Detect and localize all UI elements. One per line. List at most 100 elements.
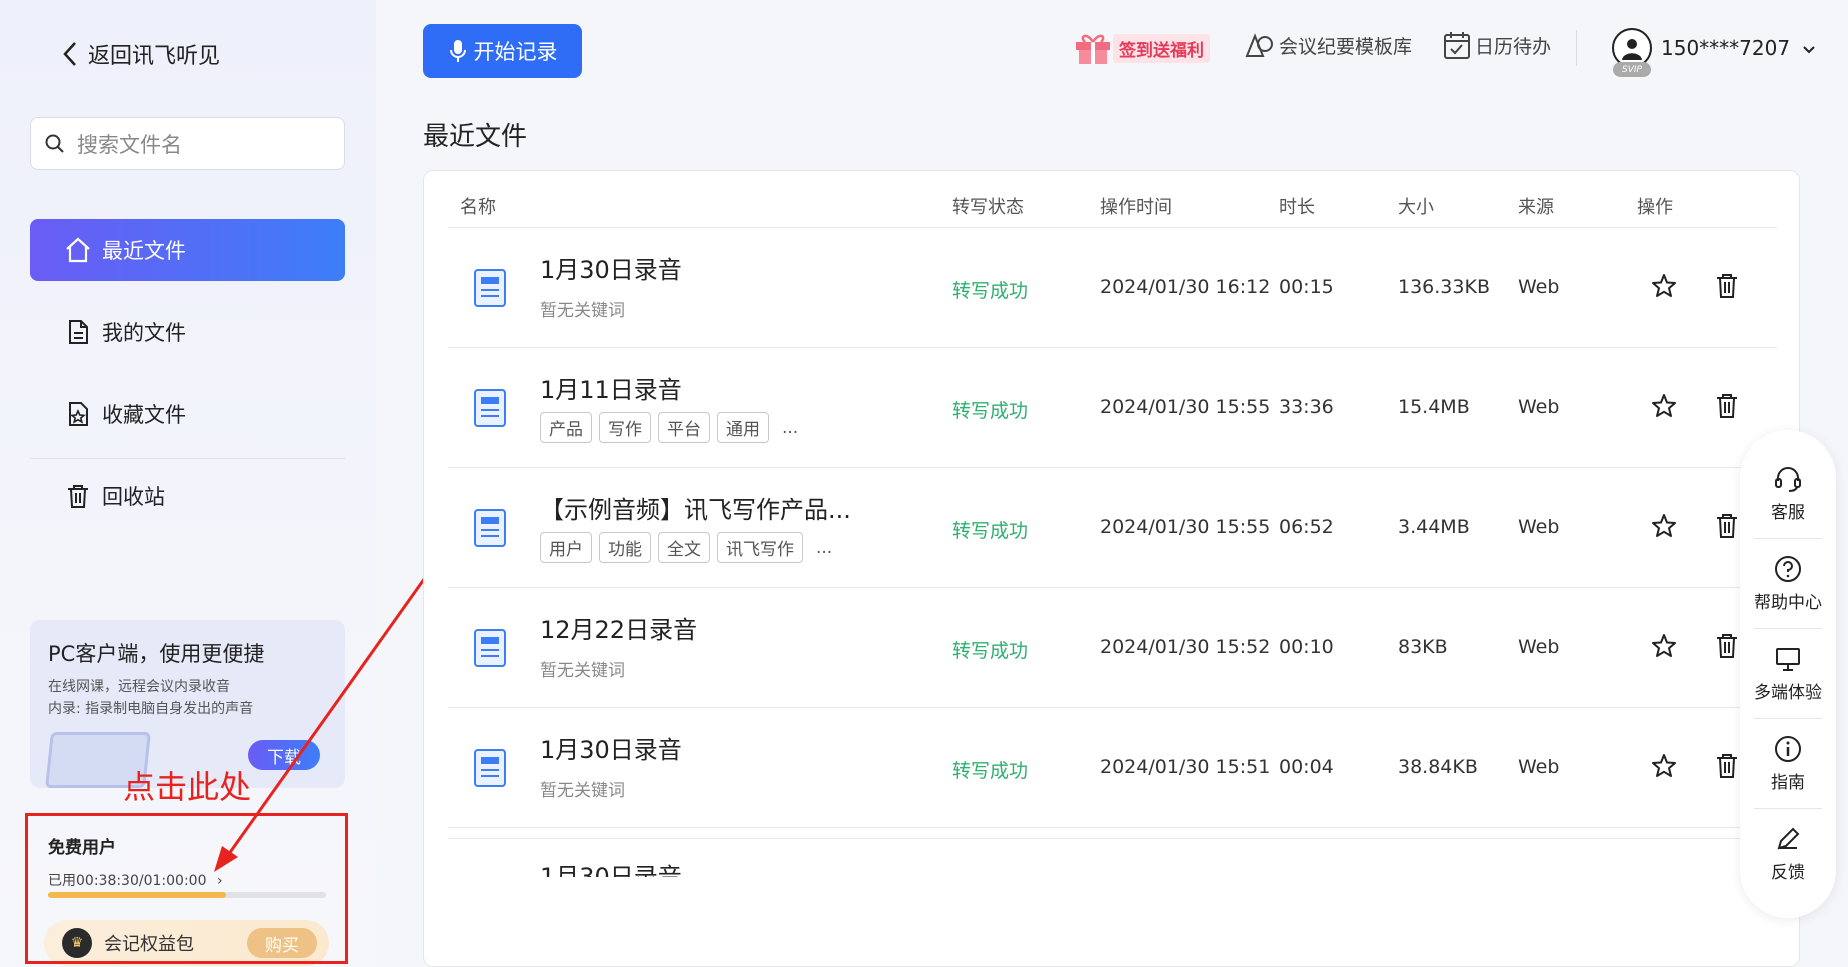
float-label: 多端体验 [1754,683,1822,703]
operation-time: 2024/01/30 16:12 [1100,276,1271,298]
star-icon[interactable] [1650,272,1678,300]
keyword-tag[interactable]: 用户 [540,532,592,563]
table-row-partial[interactable] [448,838,1777,958]
template-library-link[interactable]: 会议纪要模板库 [1245,30,1412,60]
floating-toolbar: 客服 帮助中心 多端体验 指南 反馈 [1740,430,1836,918]
file-icon [474,269,506,307]
no-keywords-text: 暂无关键词 [540,781,625,801]
source: Web [1518,516,1560,538]
file-icon [474,509,506,547]
file-name[interactable]: 1月11日录音 [540,370,682,405]
microphone-icon [449,40,466,62]
divider [1754,808,1822,809]
page-title: 最近文件 [423,122,528,152]
float-label: 客服 [1771,503,1805,523]
start-recording-label: 开始记录 [473,40,558,64]
keyword-tag[interactable]: 平台 [658,412,710,443]
column-header: 转写状态 [952,197,1024,218]
source: Web [1518,756,1560,778]
checkin-gift-link[interactable]: 签到送福利 [1073,30,1210,66]
float-label: 反馈 [1771,863,1805,883]
duration: 00:04 [1279,756,1334,778]
operation-time: 2024/01/30 15:51 [1100,756,1271,778]
guide-button[interactable]: 指南 [1740,734,1836,793]
calendar-todo-link[interactable]: 日历待办 [1443,30,1551,60]
file-icon [474,389,506,427]
svip-badge: SVIP [1613,62,1651,77]
duration: 06:52 [1279,516,1334,538]
operation-time: 2024/01/30 15:55 [1100,516,1271,538]
file-size: 83KB [1398,636,1448,658]
file-size: 15.4MB [1398,396,1470,418]
transcribe-status: 转写成功 [952,400,1029,422]
customer-service-button[interactable]: 客服 [1740,464,1836,523]
row-divider [448,827,1777,828]
trash-icon[interactable] [1714,752,1740,780]
annotation-arrow [214,567,434,872]
divider [1754,718,1822,719]
star-icon[interactable] [1650,392,1678,420]
keyword-tag[interactable]: 全文 [658,532,710,563]
file-name[interactable]: 1月30日录音 [540,730,682,765]
help-center-button[interactable]: 帮助中心 [1740,554,1836,613]
duration: 00:10 [1279,636,1334,658]
star-icon[interactable] [1650,752,1678,780]
table-row[interactable]: 【示例音频】讯飞写作产品... 用户 功能 全文 讯飞写作... 转写成功 2024/01/… [448,467,1777,587]
trash-icon[interactable] [1714,392,1740,420]
source: Web [1518,636,1560,658]
keyword-tag[interactable]: 通用 [717,412,769,443]
table-row[interactable]: 12月22日录音 暂无关键词 转写成功 2024/01/30 15:52 00:10 83… [448,587,1777,707]
start-recording-button[interactable]: 开始记录 [423,24,582,78]
template-label: 会议纪要模板库 [1279,35,1413,58]
column-header: 操作时间 [1100,197,1172,218]
monitor-icon [1776,648,1800,671]
operation-time: 2024/01/30 15:52 [1100,636,1271,658]
trash-icon[interactable] [1714,512,1740,540]
file-table: 名称 转写状态 操作时间 时长 大小 来源 操作 1月30日录音 暂无关键词 转写成… [423,170,1800,967]
file-size: 136.33KB [1398,276,1490,298]
keyword-tag[interactable]: 产品 [540,412,592,443]
keyword-tags: 用户 功能 全文 讯飞写作... [540,532,832,563]
pencil-icon [1777,827,1800,850]
no-keywords-text: 暂无关键词 [540,301,625,321]
multi-device-button[interactable]: 多端体验 [1740,644,1836,703]
user-menu[interactable]: 150****7207 [1661,36,1816,60]
star-icon[interactable] [1650,632,1678,660]
trash-icon[interactable] [1714,632,1740,660]
table-row[interactable]: 1月11日录音 产品 写作 平台 通用... 转写成功 2024/01/30 15:55 33… [448,347,1777,467]
column-header: 大小 [1398,197,1434,218]
info-icon [1775,736,1801,762]
no-keywords-text: 暂无关键词 [540,661,625,681]
username: 150****7207 [1661,36,1791,60]
duration: 00:15 [1279,276,1334,298]
divider [1754,628,1822,629]
file-name[interactable]: 1月30日录音 [540,250,682,285]
star-icon[interactable] [1650,512,1678,540]
source: Web [1518,396,1560,418]
table-row[interactable]: 1月30日录音暂无关键词 转写成功 2024/01/30 16:12 00:15 136… [448,227,1777,347]
source: Web [1518,276,1560,298]
trash-icon[interactable] [1714,272,1740,300]
file-name[interactable]: 12月22日录音 [540,610,697,645]
more-tags: ... [782,417,799,438]
table-row[interactable]: 1月30日录音暂无关键词 转写成功 2024/01/30 15:51 00:04 38.… [448,707,1777,827]
gift-icon [1076,34,1110,64]
divider [1754,538,1822,539]
file-name: 1月30日录音 [540,863,682,877]
file-icon [474,749,506,787]
duration: 33:36 [1279,396,1334,418]
feedback-button[interactable]: 反馈 [1740,824,1836,883]
chevron-down-icon [1803,46,1816,54]
gift-label: 签到送福利 [1113,33,1210,63]
calendar-icon [1444,32,1470,59]
column-header: 来源 [1518,197,1554,218]
transcribe-status: 转写成功 [952,280,1029,302]
keyword-tag[interactable]: 讯飞写作 [717,532,803,563]
header-divider [1576,30,1577,66]
transcribe-status: 转写成功 [952,760,1029,782]
keyword-tag[interactable]: 功能 [599,532,651,563]
calendar-label: 日历待办 [1475,35,1552,58]
keyword-tag[interactable]: 写作 [599,412,651,443]
file-name[interactable]: 【示例音频】讯飞写作产品... [540,490,851,525]
file-size: 38.84KB [1398,756,1478,778]
